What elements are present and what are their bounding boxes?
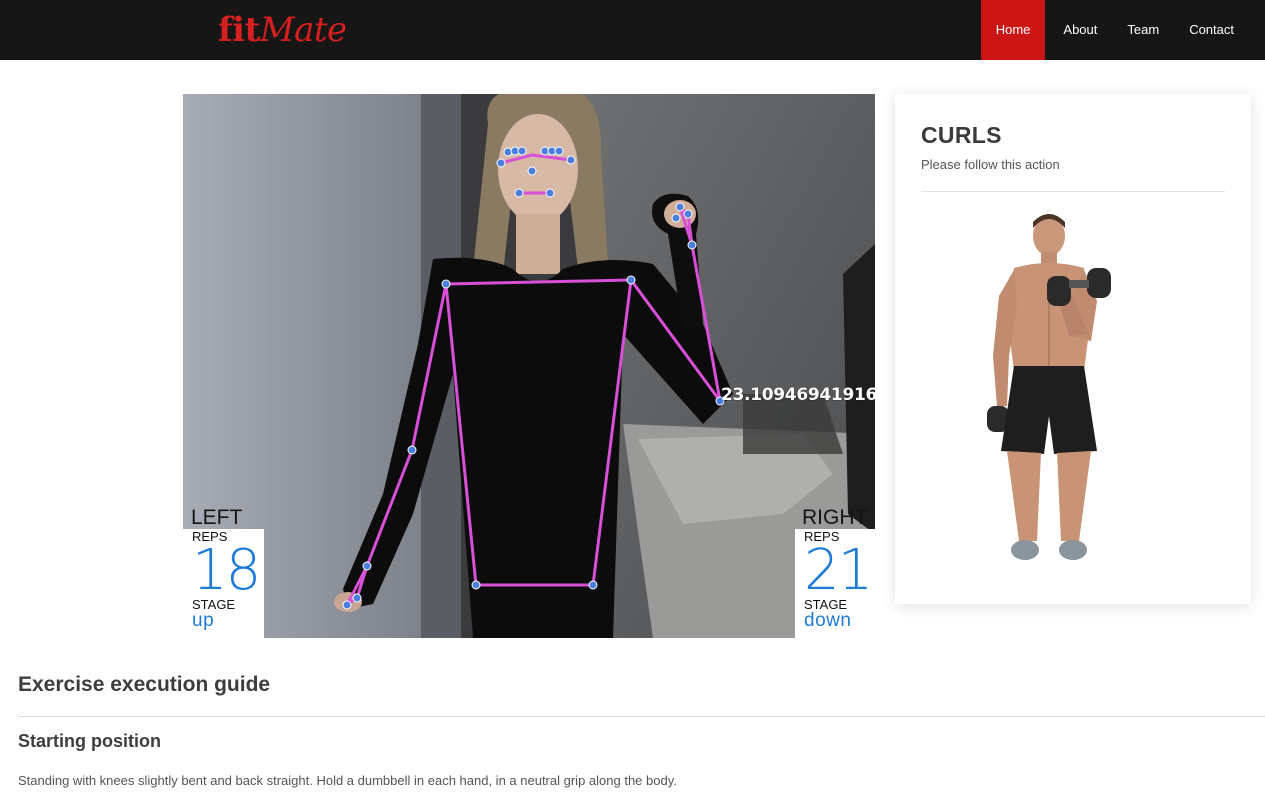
curl-demo-image [987,214,1111,560]
right-stage-value: down [804,610,852,631]
right-side-label: RIGHT [802,506,868,529]
demo-right-shoe [1059,540,1087,560]
guide-section-title: Starting position [18,731,161,751]
left-side-label: LEFT [191,506,243,529]
right-rep-counter: REPS 21 STAGE down [795,529,875,638]
guide-title: Exercise execution guide [18,673,271,696]
exercise-card: CURLS Please follow this action [895,94,1251,604]
nav-item-about[interactable]: About [1048,0,1112,60]
angle-readout: 23.10946941916 [721,385,875,405]
demo-right-leg [1057,451,1091,541]
exercise-subtitle: Please follow this action [921,157,1060,172]
guide-text: Standing with knees slightly bent and ba… [18,773,677,788]
demo-shorts [1001,366,1097,454]
guide-divider [18,716,1265,717]
face [498,114,578,224]
left-reps-value: 18 [192,538,261,603]
demo-right-dumbbell-b [1087,268,1111,298]
demo-left-leg [1007,451,1041,541]
webcam-feed: 23.10946941916 LEFT RIGHT REPS 18 STAGE … [183,94,875,638]
right-reps-value: 21 [804,538,873,603]
top-navbar: fitMate Home About Team Contact [0,0,1265,60]
webcam-scene [183,94,875,638]
nav-item-contact[interactable]: Contact [1174,0,1249,60]
brand-logo[interactable]: fitMate [218,9,347,51]
nav-item-home[interactable]: Home [980,0,1046,60]
left-rep-counter: REPS 18 STAGE up [183,529,265,638]
demo-right-dumbbell-a [1047,276,1071,306]
exercise-title: CURLS [921,122,1002,148]
nav-item-team[interactable]: Team [1112,0,1174,60]
main-nav: Home About Team Contact [980,0,1249,60]
card-divider [921,191,1225,192]
demo-right-dumbbell-bar [1069,280,1089,288]
neck [516,214,560,274]
brand-logo-part2: Mate [259,10,347,50]
left-stage-value: up [192,610,215,631]
brand-logo-part1: fit [218,10,260,50]
demo-left-shoe [1011,540,1039,560]
